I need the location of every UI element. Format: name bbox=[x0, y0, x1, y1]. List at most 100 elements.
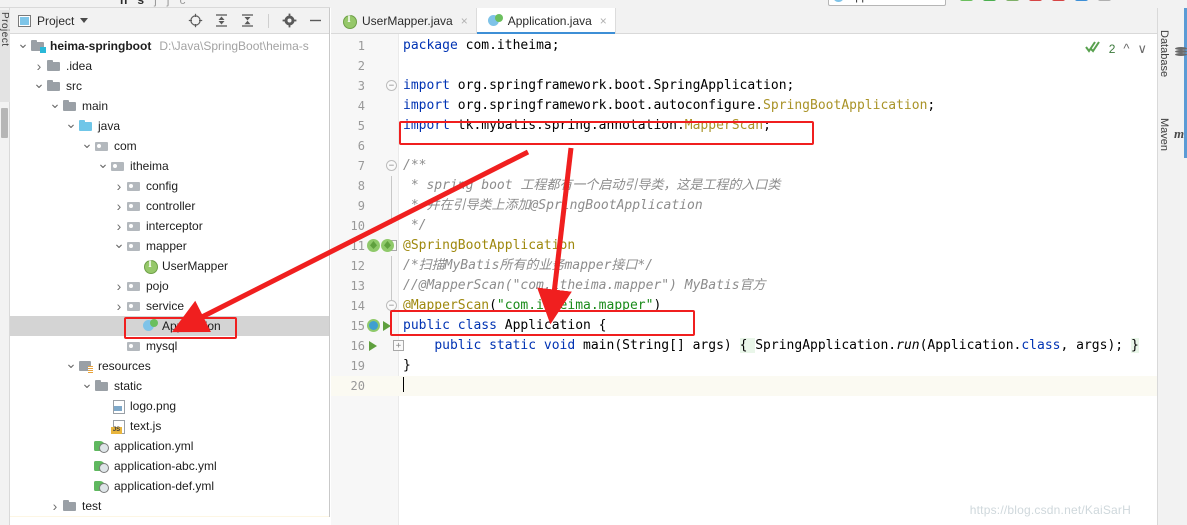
editor-tab-bar[interactable]: UserMapper.java × Application.java × bbox=[331, 8, 1157, 34]
tree-node-application[interactable]: Application bbox=[10, 316, 329, 336]
code-line-6[interactable]: 6 bbox=[331, 136, 1157, 156]
layout-icon[interactable] bbox=[1075, 0, 1088, 1]
code-line-9[interactable]: 9 * 并在引导类上添加@SpringBootApplication bbox=[331, 196, 1157, 216]
project-title-group[interactable]: Project bbox=[18, 14, 89, 28]
project-tree[interactable]: heima-springboot D:\Java\SpringBoot\heima… bbox=[10, 34, 329, 517]
editor-tab-application-java[interactable]: Application.java × bbox=[476, 8, 616, 34]
code-line-13[interactable]: 13 //@MapperScan("com.itheima.mapper") My… bbox=[331, 276, 1157, 296]
code-line-1[interactable]: 1 package com.itheima; bbox=[331, 36, 1157, 56]
tree-node-label: itheima bbox=[130, 159, 169, 173]
tree-node-mysql[interactable]: mysql bbox=[10, 336, 329, 356]
chevron-right-icon[interactable] bbox=[112, 298, 126, 314]
tree-node-application-abc-yml[interactable]: application-abc.yml bbox=[10, 456, 329, 476]
tree-node-mapper[interactable]: mapper bbox=[10, 236, 329, 256]
tree-node--idea[interactable]: .idea bbox=[10, 56, 329, 76]
chevron-right-icon[interactable] bbox=[112, 198, 126, 214]
search-icon[interactable] bbox=[1098, 0, 1111, 1]
close-icon[interactable]: × bbox=[600, 14, 607, 28]
fold-marker-annotation[interactable]: − bbox=[386, 300, 397, 311]
code-line-8[interactable]: 8 * spring boot 工程都有一个启动引导类，这是工程的入口类 bbox=[331, 176, 1157, 196]
chevron-down-icon[interactable] bbox=[16, 38, 30, 55]
tree-node-pojo[interactable]: pojo bbox=[10, 276, 329, 296]
chevron-right-icon[interactable] bbox=[112, 178, 126, 194]
code-line-4[interactable]: 4 import org.springframework.boot.autocon… bbox=[331, 96, 1157, 116]
tree-node-text-js[interactable]: text.js bbox=[10, 416, 329, 436]
collapse-all-icon[interactable] bbox=[240, 13, 255, 28]
code-line-2[interactable]: 2 bbox=[331, 56, 1157, 76]
stop-icon[interactable] bbox=[1052, 0, 1065, 1]
left-rail-tab-project[interactable]: Project bbox=[0, 10, 10, 102]
right-rail-tab-database[interactable]: Database bbox=[1158, 30, 1187, 77]
code-line-5[interactable]: 5 import tk.mybatis.spring.annotation.Map… bbox=[331, 116, 1157, 136]
tree-node-controller[interactable]: controller bbox=[10, 196, 329, 216]
hide-icon[interactable] bbox=[308, 13, 323, 28]
tree-node-config[interactable]: config bbox=[10, 176, 329, 196]
run-configuration-selector[interactable]: Application bbox=[828, 0, 946, 6]
tree-node-test[interactable]: test bbox=[10, 496, 329, 516]
tree-node-usermapper[interactable]: UserMapper bbox=[10, 256, 329, 276]
tree-node-java[interactable]: java bbox=[10, 116, 329, 136]
chevron-down-icon[interactable] bbox=[112, 238, 126, 255]
code-line-20[interactable]: 20 bbox=[331, 376, 1157, 396]
code-line-19[interactable]: 19} bbox=[331, 356, 1157, 376]
code-line-15[interactable]: 15 public class Application { bbox=[331, 316, 1157, 336]
close-icon[interactable]: × bbox=[461, 14, 468, 28]
tree-node-partial[interactable] bbox=[10, 516, 329, 517]
tree-node-application-yml[interactable]: application.yml bbox=[10, 436, 329, 456]
code-line-16[interactable]: 16 public static void main(String[] args… bbox=[331, 336, 1157, 356]
code-line-12[interactable]: 12 /*扫描MyBatis所有的业务mapper接口*/ bbox=[331, 256, 1157, 276]
tree-node-service[interactable]: service bbox=[10, 296, 329, 316]
run-main-gutter-icon[interactable] bbox=[369, 341, 377, 351]
chevron-down-icon[interactable] bbox=[48, 98, 62, 115]
run-icon[interactable] bbox=[960, 0, 973, 1]
chevron-down-icon[interactable] bbox=[80, 138, 94, 155]
chevron-down-icon[interactable] bbox=[96, 158, 110, 175]
tree-node-label: static bbox=[114, 379, 143, 393]
settings-gear-icon[interactable] bbox=[282, 13, 297, 28]
chevron-down-icon[interactable] bbox=[80, 378, 94, 395]
tree-node-interceptor[interactable]: interceptor bbox=[10, 216, 329, 236]
run-coverage-icon[interactable] bbox=[1006, 0, 1019, 1]
chevron-down-icon[interactable] bbox=[32, 78, 46, 95]
chevron-down-icon[interactable] bbox=[64, 118, 78, 135]
locate-icon[interactable] bbox=[188, 13, 203, 28]
tree-node-itheima[interactable]: itheima bbox=[10, 156, 329, 176]
debug-icon[interactable] bbox=[983, 0, 996, 1]
tree-node-src[interactable]: src bbox=[10, 76, 329, 96]
chevron-down-icon[interactable] bbox=[64, 358, 78, 375]
fold-marker-method[interactable]: + bbox=[393, 340, 404, 351]
chevron-right-icon[interactable] bbox=[48, 498, 62, 514]
tree-node-heima-springboot[interactable]: heima-springboot D:\Java\SpringBoot\heima… bbox=[10, 36, 329, 56]
editor-tab-usermapper-java[interactable]: UserMapper.java × bbox=[331, 8, 477, 33]
code-line-3[interactable]: 3 import org.springframework.boot.SpringA… bbox=[331, 76, 1157, 96]
code-line-11[interactable]: 11 @SpringBootApplication bbox=[331, 236, 1157, 256]
code-line-10[interactable]: 10 */ bbox=[331, 216, 1157, 236]
fold-marker-imports[interactable]: − bbox=[386, 80, 397, 91]
tree-node-com[interactable]: com bbox=[10, 136, 329, 156]
spring-config-gutter-icon[interactable] bbox=[381, 239, 394, 252]
spring-bean-gutter-icon[interactable] bbox=[367, 239, 380, 252]
spring-app-gutter-icon[interactable] bbox=[367, 319, 380, 332]
right-rail-tab-maven[interactable]: m Maven bbox=[1158, 118, 1187, 151]
tree-node-logo-png[interactable]: logo.png bbox=[10, 396, 329, 416]
line-number: 12 bbox=[350, 259, 365, 273]
tree-node-application-def-yml[interactable]: application-def.yml bbox=[10, 476, 329, 496]
tree-node-main[interactable]: main bbox=[10, 96, 329, 116]
chevron-right-icon[interactable] bbox=[112, 278, 126, 294]
run-gutter-icon[interactable] bbox=[383, 321, 391, 331]
interface-icon bbox=[142, 258, 158, 274]
code-editor[interactable]: 2 ^ ∨ https://blog.csdn.net/KaiSarH 1 pac… bbox=[331, 34, 1157, 525]
expand-all-icon[interactable] bbox=[214, 13, 229, 28]
left-rail-scrollbar[interactable] bbox=[1, 108, 8, 138]
line-text bbox=[403, 376, 404, 396]
tree-node-static[interactable]: static bbox=[10, 376, 329, 396]
tree-node-resources[interactable]: resources bbox=[10, 356, 329, 376]
chevron-right-icon[interactable] bbox=[32, 58, 46, 74]
code-line-14[interactable]: 14 @MapperScan("com.itheima.mapper") bbox=[331, 296, 1157, 316]
chevron-down-icon[interactable] bbox=[80, 18, 89, 23]
chevron-right-icon[interactable] bbox=[112, 218, 126, 234]
code-line-7[interactable]: 7 /** bbox=[331, 156, 1157, 176]
profile-icon[interactable] bbox=[1029, 0, 1042, 1]
run-toolbar-buttons[interactable] bbox=[960, 0, 1111, 1]
fold-marker-javadoc[interactable]: − bbox=[386, 160, 397, 171]
